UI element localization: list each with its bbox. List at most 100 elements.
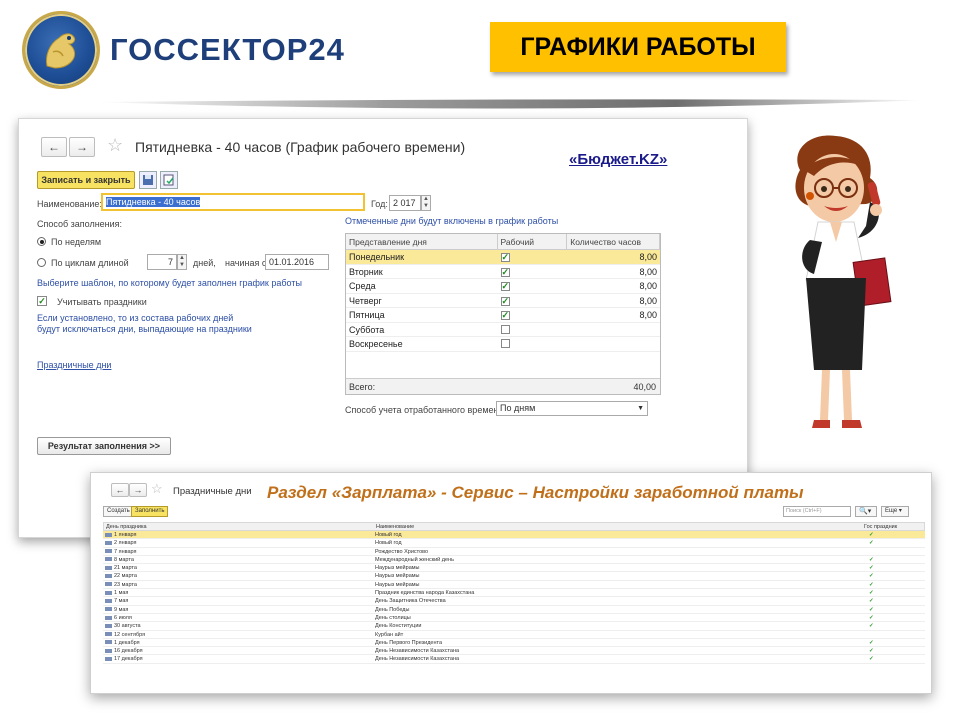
calendar-icon: [105, 574, 112, 579]
col-state-holiday[interactable]: Гос праздник: [862, 523, 924, 530]
back-button[interactable]: ←: [41, 137, 67, 157]
working-day-checkbox[interactable]: ✓: [500, 267, 510, 277]
holiday-date-cell: 7 января: [103, 548, 373, 555]
weekday-row[interactable]: Четверг ✓ 8,00: [346, 294, 660, 308]
marked-days-hint: Отмеченные дни будут включены в график р…: [345, 216, 559, 226]
save-and-close-button[interactable]: Записать и закрыть: [37, 171, 135, 189]
weekday-hours: [567, 337, 660, 351]
post-document-icon[interactable]: [160, 171, 178, 189]
holiday-row[interactable]: 23 марта Наурыз мейрамы ✓: [103, 581, 925, 590]
holiday-row[interactable]: 2 января Новый год ✓: [103, 539, 925, 548]
holidays-link[interactable]: Праздничные дни: [37, 360, 111, 370]
forward-button-2[interactable]: →: [129, 483, 147, 497]
consider-holidays-label: Учитывать праздники: [57, 297, 147, 307]
weekday-row[interactable]: Вторник ✓ 8,00: [346, 265, 660, 279]
budget-kz-link[interactable]: «Бюджет.KZ»: [569, 151, 667, 168]
forward-button[interactable]: →: [69, 137, 95, 157]
state-holiday-check-icon: ✓: [869, 598, 874, 605]
working-day-cell: ✓: [498, 265, 568, 279]
state-holiday-check-icon: ✓: [869, 606, 874, 613]
holidays-table-header: День праздника Наименование Гос праздник: [103, 522, 925, 531]
search-input[interactable]: Поиск (Ctrl+F): [783, 506, 851, 517]
calendar-icon: [105, 657, 112, 661]
fill-button[interactable]: Заполнить: [131, 506, 169, 517]
holiday-date-cell: 30 августа: [103, 622, 373, 629]
holiday-row[interactable]: 1 января Новый год ✓: [103, 531, 925, 540]
col-hours[interactable]: Количество часов: [567, 234, 660, 249]
col-working[interactable]: Рабочий: [498, 234, 568, 249]
weekday-row[interactable]: Среда ✓ 8,00: [346, 279, 660, 294]
cycle-length-spinner[interactable]: ▲ ▼: [177, 254, 187, 270]
weekday-hours: 8,00: [639, 252, 658, 262]
col-day[interactable]: Представление дня: [346, 234, 498, 249]
accounting-method-select[interactable]: По дням ▼: [496, 401, 648, 416]
accounting-method-label: Способ учета отработанного времени:: [345, 405, 507, 415]
name-field[interactable]: Пятидневка - 40 часов: [101, 193, 365, 211]
menu-path-heading: Раздел «Зарплата» - Сервис – Настройки з…: [267, 483, 804, 502]
working-day-checkbox[interactable]: [500, 339, 510, 348]
holiday-row[interactable]: 7 января Рождество Христово: [103, 548, 925, 556]
holiday-row[interactable]: 16 декабря День Независимости Казахстана ✓: [103, 647, 925, 656]
start-date-field[interactable]: 01.01.2016: [265, 254, 329, 270]
holiday-row[interactable]: 7 мая День Защитника Отечества ✓: [103, 597, 925, 606]
back-button-2[interactable]: ←: [111, 483, 129, 497]
working-day-checkbox[interactable]: ✓: [500, 311, 510, 320]
state-holiday-check-icon: ✓: [869, 565, 874, 572]
working-day-checkbox[interactable]: [500, 324, 510, 334]
state-holiday-check-icon: ✓: [869, 623, 874, 630]
holiday-date: 17 декабря: [114, 656, 143, 663]
favorite-star-icon[interactable]: ☆: [107, 135, 123, 156]
holiday-row[interactable]: 8 марта Международный женский день ✓: [103, 556, 925, 565]
holiday-row[interactable]: 6 июля День столицы ✓: [103, 614, 925, 623]
save-disk-icon[interactable]: [139, 171, 157, 189]
weekdays-table-header: Представление дня Рабочий Количество час…: [346, 234, 660, 250]
logo-text: ГОССЕКТОР24: [110, 32, 345, 67]
weekday-name: Суббота: [349, 324, 385, 335]
holiday-row[interactable]: 22 марта Наурыз мейрамы ✓: [103, 572, 925, 581]
weekday-row[interactable]: Пятница ✓ 8,00: [346, 308, 660, 323]
weekday-row[interactable]: Понедельник ✓ 8,00: [346, 250, 660, 265]
holiday-row[interactable]: 9 мая День Победы ✓: [103, 606, 925, 614]
col-holiday-name[interactable]: Наименование: [374, 523, 862, 530]
state-holiday-check-icon: ✓: [869, 532, 874, 538]
weekday-row[interactable]: Воскресенье: [346, 337, 660, 352]
weekday-row[interactable]: Суббота: [346, 323, 660, 337]
calendar-icon: [105, 582, 112, 587]
holiday-row[interactable]: 1 мая Праздник единства народа Казахстана…: [103, 589, 925, 598]
holiday-name: Рождество Христово: [375, 548, 429, 555]
radio-by-cycles-label: По циклам длиной: [51, 258, 129, 268]
state-holiday-check-icon: ✓: [869, 656, 874, 663]
holiday-row[interactable]: 17 декабря День Независимости Казахстана ✓: [103, 655, 925, 664]
create-button[interactable]: Создать: [103, 506, 134, 517]
calendar-icon: [105, 607, 112, 612]
holiday-date-cell: 1 января: [103, 531, 373, 538]
calendar-icon: [105, 615, 112, 620]
cycle-length-field[interactable]: 7: [147, 254, 177, 270]
holiday-row[interactable]: 12 сентября Курбан айт: [103, 631, 925, 639]
col-holiday-date[interactable]: День праздника: [104, 523, 374, 530]
state-holiday-check-icon: ✓: [869, 648, 874, 655]
holiday-row[interactable]: 1 декабря День Первого Президента ✓: [103, 639, 925, 648]
favorite-star-icon-2[interactable]: ☆: [151, 481, 163, 497]
working-day-cell: [498, 337, 568, 351]
fill-result-button[interactable]: Результат заполнения >>: [37, 437, 171, 455]
working-day-checkbox[interactable]: ✓: [500, 253, 510, 262]
working-day-checkbox[interactable]: ✓: [500, 282, 510, 291]
consider-holidays-checkbox[interactable]: ✓: [37, 296, 47, 306]
holiday-date: 12 сентября: [114, 631, 146, 638]
holiday-row[interactable]: 21 марта Наурыз мейрамы ✓: [103, 564, 925, 573]
radio-by-weeks[interactable]: [37, 237, 46, 246]
window-title: Пятидневка - 40 часов (График рабочего в…: [135, 139, 466, 155]
working-day-checkbox[interactable]: ✓: [500, 296, 510, 306]
year-spinner[interactable]: ▲ ▼: [421, 195, 431, 211]
more-button[interactable]: Еще ▾: [881, 506, 909, 517]
chevron-down-icon: ▼: [637, 405, 644, 412]
holiday-name: Наурыз мейрамы: [375, 565, 420, 572]
year-field[interactable]: 2 017: [389, 195, 421, 211]
holidays-window-title: Праздничные дни: [173, 486, 252, 497]
holiday-row[interactable]: 30 августа День Конституции ✓: [103, 622, 925, 631]
search-icon[interactable]: 🔍▾: [855, 506, 877, 517]
state-holiday-check-icon: ✓: [869, 614, 874, 621]
radio-by-cycles[interactable]: [37, 258, 46, 267]
weekday-name: Понедельник: [349, 252, 405, 262]
